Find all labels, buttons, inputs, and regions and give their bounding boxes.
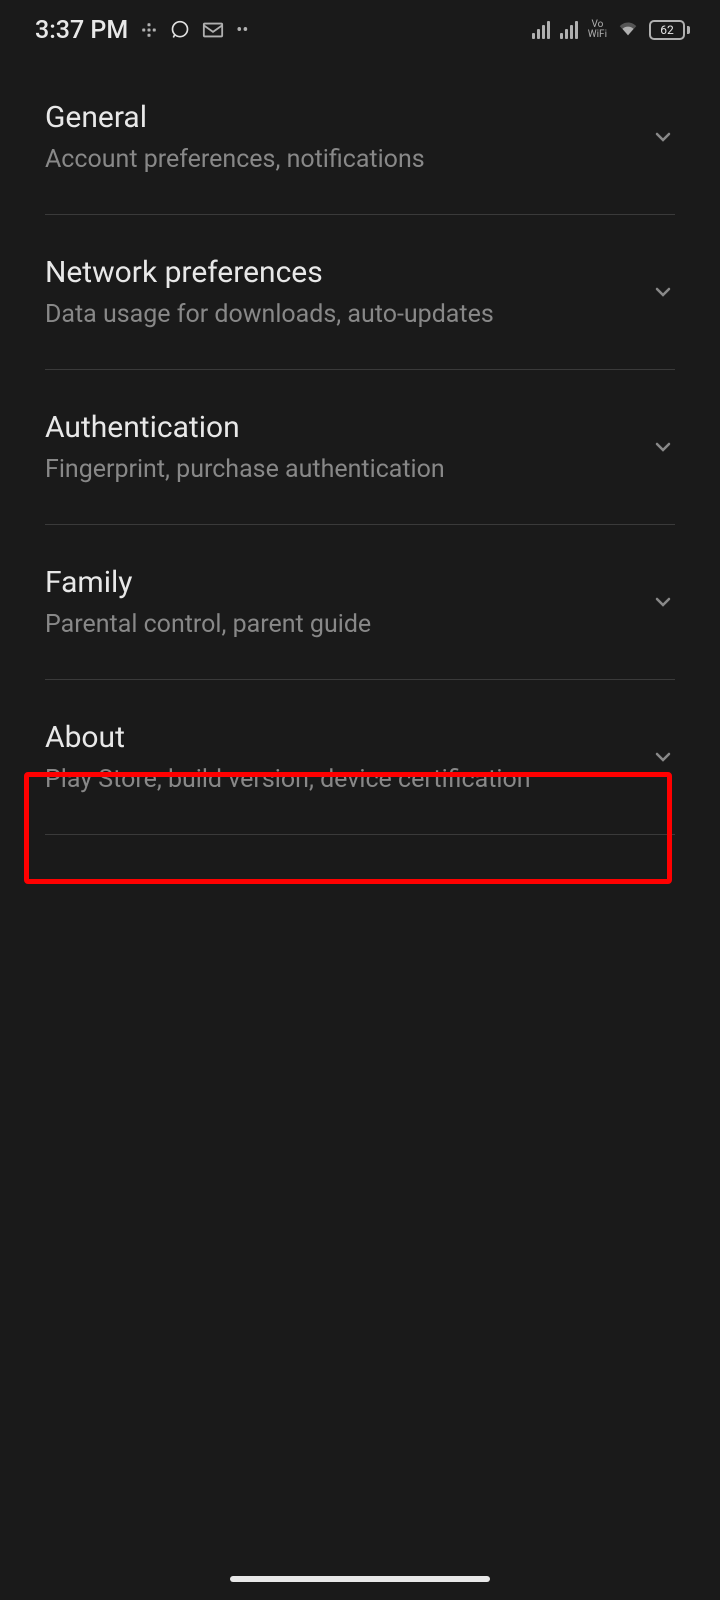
settings-item-text: Authentication Fingerprint, purchase aut… bbox=[45, 410, 651, 484]
chevron-down-icon bbox=[651, 280, 675, 304]
home-indicator[interactable] bbox=[230, 1576, 490, 1582]
status-bar-left: 3:37 PM •• bbox=[35, 16, 248, 45]
settings-item-text: Network preferences Data usage for downl… bbox=[45, 255, 651, 329]
settings-item-about[interactable]: About Play Store, build version, device … bbox=[45, 680, 675, 835]
settings-item-text: About Play Store, build version, device … bbox=[45, 720, 651, 794]
settings-item-authentication[interactable]: Authentication Fingerprint, purchase aut… bbox=[45, 370, 675, 525]
settings-item-title: Authentication bbox=[45, 410, 651, 445]
status-time: 3:37 PM bbox=[35, 16, 128, 45]
gmail-icon bbox=[202, 21, 224, 39]
settings-item-title: General bbox=[45, 100, 651, 135]
settings-item-title: About bbox=[45, 720, 651, 755]
whatsapp-icon bbox=[170, 20, 190, 40]
chevron-down-icon bbox=[651, 125, 675, 149]
wifi-icon bbox=[617, 17, 639, 43]
settings-item-title: Family bbox=[45, 565, 651, 600]
settings-item-subtitle: Account preferences, notifications bbox=[45, 145, 651, 174]
more-notifications-icon: •• bbox=[236, 20, 248, 41]
settings-item-subtitle: Play Store, build version, device certif… bbox=[45, 765, 651, 794]
status-bar-right: Vo WiFi 62 bbox=[532, 17, 690, 43]
chevron-down-icon bbox=[651, 590, 675, 614]
chevron-down-icon bbox=[651, 435, 675, 459]
settings-item-family[interactable]: Family Parental control, parent guide bbox=[45, 525, 675, 680]
settings-item-title: Network preferences bbox=[45, 255, 651, 290]
settings-item-text: General Account preferences, notificatio… bbox=[45, 100, 651, 174]
battery-level: 62 bbox=[649, 20, 685, 40]
battery-icon: 62 bbox=[649, 20, 690, 40]
settings-list: General Account preferences, notificatio… bbox=[0, 60, 720, 835]
slack-icon bbox=[140, 21, 158, 39]
signal-icon-1 bbox=[532, 21, 550, 39]
settings-item-subtitle: Parental control, parent guide bbox=[45, 610, 651, 639]
settings-item-subtitle: Data usage for downloads, auto-updates bbox=[45, 300, 651, 329]
settings-item-general[interactable]: General Account preferences, notificatio… bbox=[45, 60, 675, 215]
vowifi-icon: Vo WiFi bbox=[588, 20, 607, 40]
vowifi-bottom: WiFi bbox=[588, 30, 607, 40]
settings-item-network[interactable]: Network preferences Data usage for downl… bbox=[45, 215, 675, 370]
settings-item-text: Family Parental control, parent guide bbox=[45, 565, 651, 639]
settings-item-subtitle: Fingerprint, purchase authentication bbox=[45, 455, 651, 484]
signal-icon-2 bbox=[560, 21, 578, 39]
chevron-down-icon bbox=[651, 745, 675, 769]
status-bar: 3:37 PM •• bbox=[0, 0, 720, 60]
